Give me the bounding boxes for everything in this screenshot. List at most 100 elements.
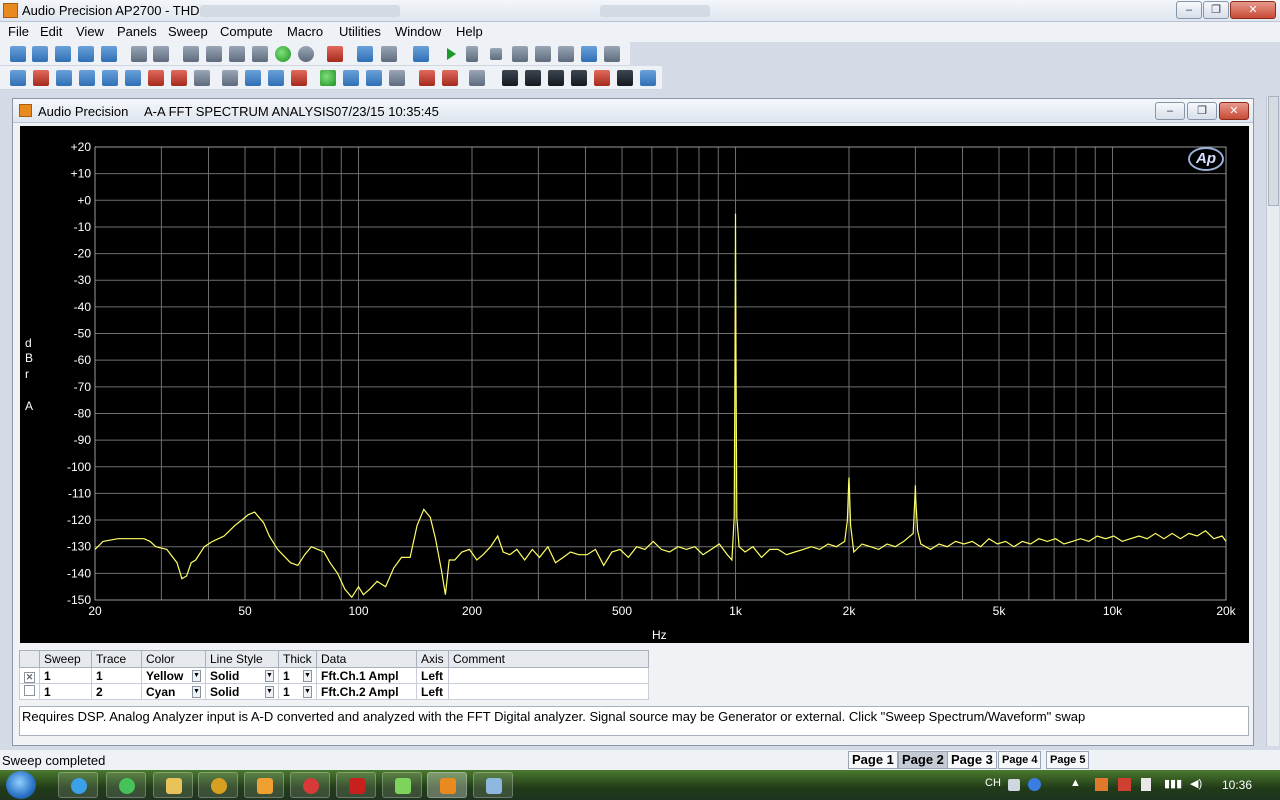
column-header-comment[interactable]: Comment [448,650,649,668]
menu-panels[interactable]: Panels [117,24,157,39]
speaker-icon[interactable] [194,70,210,86]
scrollbar-thumb[interactable] [1268,96,1279,206]
volume-icon[interactable]: ◀) [1190,777,1202,790]
show-hidden-icons-icon[interactable]: ▲ [1070,777,1081,789]
menu-help[interactable]: Help [456,24,483,39]
menu-edit[interactable]: Edit [40,24,62,39]
new-test-icon[interactable] [32,46,48,62]
cell-trace[interactable]: 2 [91,683,142,700]
chevron-down-icon[interactable]: ▼ [192,685,201,698]
taskbar-ie[interactable] [58,772,98,798]
stop-circle-icon[interactable] [298,46,314,62]
play-icon[interactable] [447,48,456,60]
cursor-icon[interactable] [245,70,261,86]
pause-icon[interactable] [466,46,478,62]
checkbox[interactable] [24,684,35,696]
table-row[interactable]: ✕ 1 1 Yellow ▼ Solid ▼ 1 ▼ Fft.Ch.1 Ampl Le… [19,667,649,684]
network-icon[interactable]: ▮▮▮ [1164,777,1182,790]
meter-icon[interactable] [419,70,435,86]
hand-icon[interactable] [512,46,528,62]
cell-axis[interactable]: Left [416,683,449,700]
table-icon[interactable] [389,70,405,86]
graph-view-6-icon[interactable] [617,70,633,86]
open-icon[interactable] [55,46,71,62]
graph-view-3-icon[interactable] [548,70,564,86]
tab-page-4[interactable]: Page 4 [998,751,1042,769]
graph-close-button[interactable]: ✕ [1219,102,1249,120]
clock[interactable]: 10:36 [1222,778,1252,792]
data-editor-icon[interactable] [148,70,164,86]
chevron-down-icon[interactable]: ▼ [303,685,312,698]
tray-app-icon[interactable] [1095,778,1108,791]
cell-comment[interactable] [448,683,649,700]
menu-utilities[interactable]: Utilities [339,24,381,39]
graph-icon[interactable] [366,70,382,86]
help-icon[interactable] [1028,778,1041,791]
start-button[interactable] [6,771,36,799]
digital-io-icon[interactable] [102,70,118,86]
taskbar-app-8[interactable] [382,772,422,798]
paste-icon[interactable] [252,46,268,62]
taskbar-app-6[interactable] [290,772,330,798]
step-out-icon[interactable] [604,46,620,62]
analyzer-icon[interactable] [33,70,49,86]
column-header-data[interactable]: Data [316,650,417,668]
cell-sweep[interactable]: 1 [39,667,92,684]
plot-area[interactable] [20,126,1249,643]
taskbar-app-2[interactable] [106,772,146,798]
taskbar-app-10[interactable] [473,772,513,798]
view-icon[interactable] [381,46,397,62]
menu-window[interactable]: Window [395,24,441,39]
undo-icon[interactable] [183,46,199,62]
graph-view-7-icon[interactable] [640,70,656,86]
graph-view-1-icon[interactable] [502,70,518,86]
cell-line-style[interactable]: Solid ▼ [205,683,279,700]
menu-sweep[interactable]: Sweep [168,24,208,39]
menu-compute[interactable]: Compute [220,24,273,39]
taskbar-app-4[interactable] [198,772,238,798]
sweep-icon[interactable] [327,46,343,62]
new-icon[interactable] [10,46,26,62]
step-icon[interactable] [558,46,574,62]
arrow-down-icon[interactable] [343,70,359,86]
vertical-scrollbar[interactable] [1266,96,1279,746]
action-center-icon[interactable] [1118,778,1131,791]
save-all-icon[interactable] [101,46,117,62]
cut-icon[interactable] [206,46,222,62]
graph-maximize-button[interactable]: ❐ [1187,102,1217,120]
column-header-sweep[interactable]: Sweep [39,650,92,668]
regulation-icon[interactable] [268,70,284,86]
graph-view-5-icon[interactable] [594,70,610,86]
column-header-thick[interactable]: Thick [278,650,317,668]
row-checkbox[interactable]: ✕ [19,667,40,684]
checkbox[interactable]: ✕ [24,671,35,683]
save-icon[interactable] [78,46,94,62]
column-header-line-style[interactable]: Line Style [205,650,279,668]
print-icon[interactable] [131,46,147,62]
description-textbox[interactable]: Requires DSP. Analog Analyzer input is A… [19,706,1249,736]
taskbar-audio-precision[interactable] [427,772,467,798]
properties-icon[interactable] [413,46,429,62]
close-button[interactable]: ✕ [1230,1,1276,19]
taskbar-explorer[interactable] [153,772,193,798]
column-header-trace[interactable]: Trace [91,650,142,668]
minimize-button[interactable]: – [1176,1,1202,19]
taskbar-filezilla[interactable] [336,772,376,798]
cell-thick[interactable]: 1 ▼ [278,683,317,700]
step-in-icon[interactable] [581,46,597,62]
glasses-icon[interactable] [535,46,551,62]
cell-axis[interactable]: Left [416,667,449,684]
cell-thick[interactable]: 1 ▼ [278,667,317,684]
cell-data[interactable]: Fft.Ch.2 Ampl [316,683,417,700]
row-checkbox[interactable] [19,683,40,700]
keyboard-icon[interactable] [1008,779,1020,791]
menu-view[interactable]: View [76,24,104,39]
edit-icon[interactable] [469,70,485,86]
column-header-color[interactable]: Color [141,650,206,668]
column-header-axis[interactable]: Axis [416,650,449,668]
tab-page-3[interactable]: Page 3 [947,751,997,769]
chevron-down-icon[interactable]: ▼ [192,669,201,682]
bargraph-icon[interactable] [125,70,141,86]
taskbar-app-5[interactable] [244,772,284,798]
graph-view-4-icon[interactable] [571,70,587,86]
